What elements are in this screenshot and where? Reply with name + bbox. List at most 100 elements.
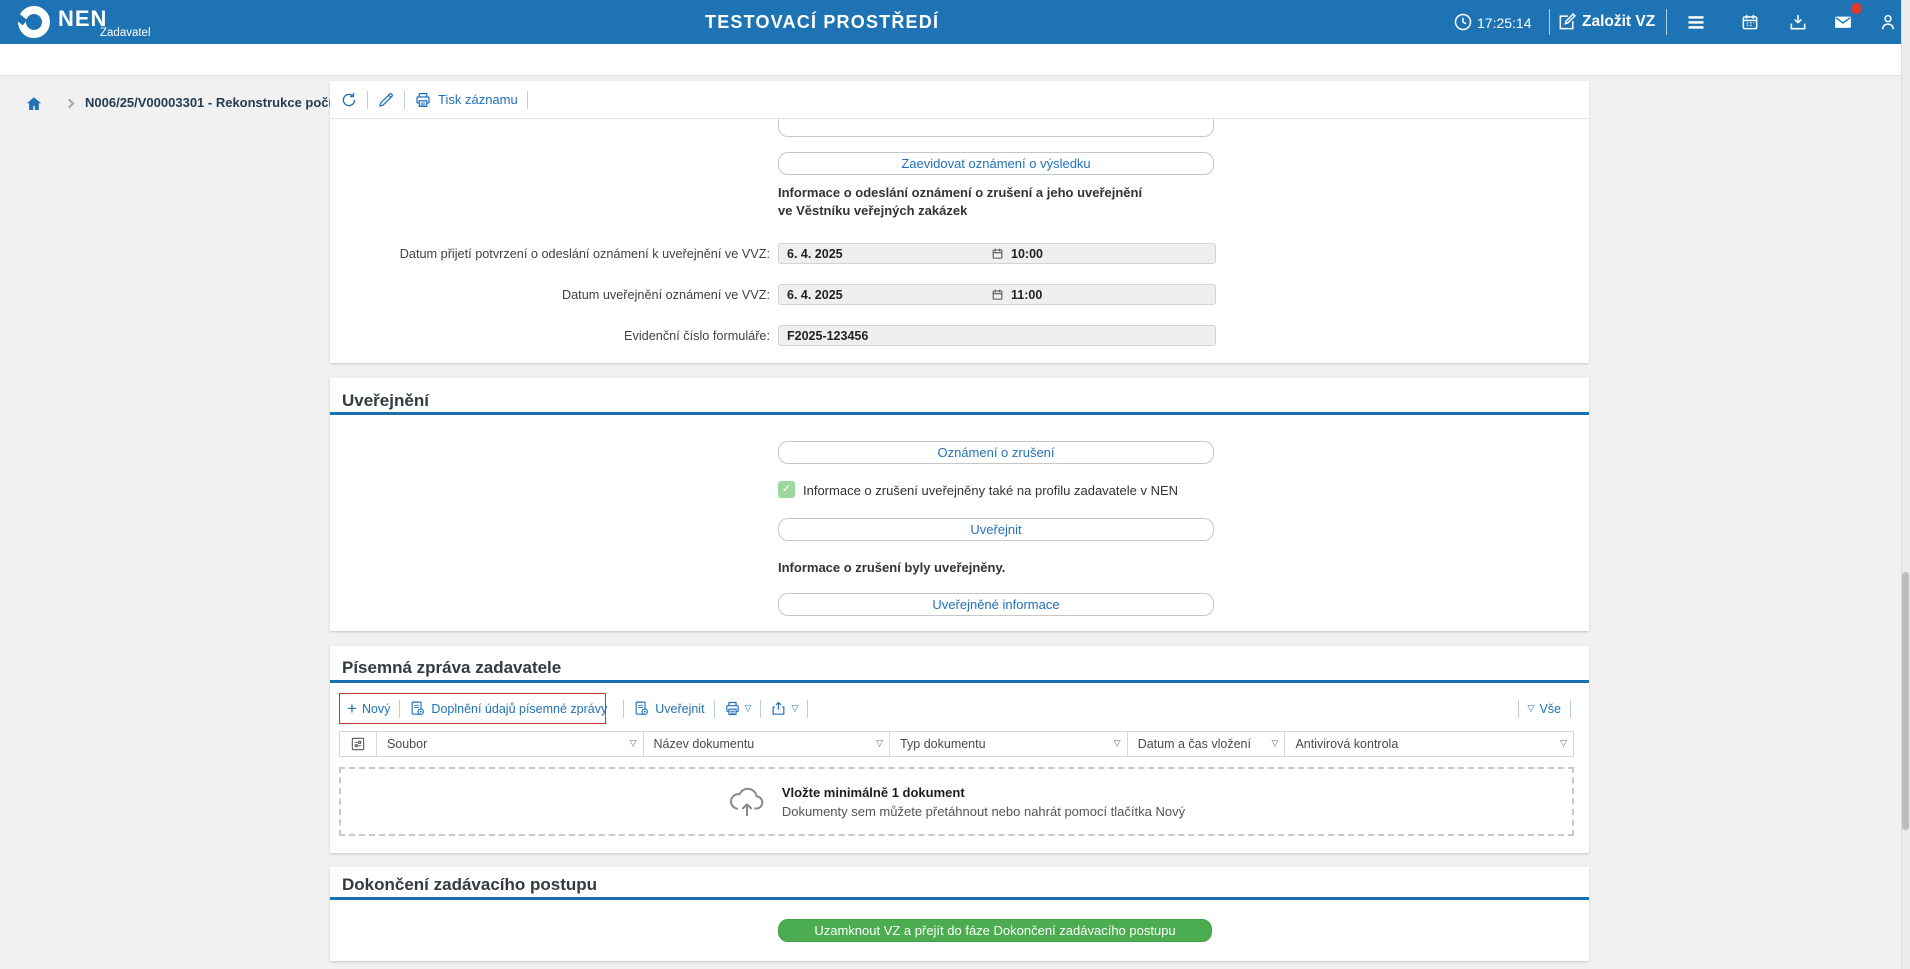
profile-publication-checkbox-label: Informace o zrušení uveřejněny také na p… bbox=[803, 483, 1178, 498]
section-rule bbox=[330, 412, 1589, 415]
column-filter-icon[interactable]: ▽ bbox=[1272, 732, 1279, 756]
calendar-small-icon bbox=[991, 288, 1004, 301]
published-information-button[interactable]: Uveřejněné informace bbox=[778, 593, 1214, 616]
server-time: 17:25:14 bbox=[1477, 15, 1532, 31]
written-report-card: Písemná zpráva zadavatele + Nový Doplněn… bbox=[330, 646, 1589, 853]
breadcrumb: N006/25/V00003301 - Rekonstrukce počítač… bbox=[0, 44, 1910, 76]
column-filter-icon[interactable]: ▽ bbox=[1560, 732, 1567, 756]
dropdown-icon[interactable]: ▽ bbox=[745, 704, 752, 714]
clock-icon bbox=[1453, 12, 1473, 32]
dropzone-title: Vložte minimálně 1 dokument bbox=[782, 785, 1185, 800]
publication-card: Uveřejnění Oznámení o zrušení ✓ Informac… bbox=[330, 378, 1589, 631]
published-status-text: Informace o zrušení byly uveřejněny. bbox=[778, 560, 1005, 575]
new-document-button[interactable]: Nový bbox=[362, 702, 390, 716]
document-gear-icon bbox=[633, 700, 650, 717]
section-rule bbox=[330, 680, 1589, 683]
vvz-info-heading-line1: Informace o odeslání oznámení o zrušení … bbox=[778, 185, 1142, 200]
create-vz-button[interactable]: Založit VZ bbox=[1582, 13, 1655, 31]
header-divider bbox=[1666, 9, 1667, 35]
printer-icon[interactable] bbox=[414, 91, 432, 109]
download-icon[interactable] bbox=[1788, 12, 1808, 32]
publish-button[interactable]: Uveřejnit bbox=[778, 518, 1214, 541]
column-header-document-name[interactable]: Název dokumentu▽ bbox=[643, 732, 890, 756]
supplement-report-button[interactable]: Doplnění údajů písemné zprávy bbox=[431, 702, 607, 716]
calendar-small-icon bbox=[991, 247, 1004, 260]
confirmation-date-field[interactable]: 6. 4. 2025 10:00 bbox=[778, 243, 1216, 264]
dropdown-icon[interactable]: ▽ bbox=[791, 704, 798, 714]
print-record-button[interactable]: Tisk záznamu bbox=[438, 92, 518, 107]
form-number-value: F2025-123456 bbox=[787, 329, 868, 343]
written-report-toolbar: + Nový Doplnění údajů písemné zprávy Uve… bbox=[339, 693, 1580, 724]
completion-card: Dokončení zadávacího postupu Uzamknout V… bbox=[330, 867, 1589, 961]
mail-icon[interactable] bbox=[1833, 12, 1853, 32]
pencil-icon[interactable] bbox=[377, 91, 395, 109]
toolbar-divider bbox=[807, 700, 808, 718]
nen-logo-icon[interactable] bbox=[18, 6, 50, 38]
toolbar-divider bbox=[404, 91, 405, 109]
document-dropzone[interactable]: Vložte minimálně 1 dokument Dokumenty se… bbox=[339, 767, 1574, 836]
notice-card: Tisk záznamu Zaevidovat oznámení o výsle… bbox=[330, 81, 1589, 363]
column-header-antivirus[interactable]: Antivirová kontrola▽ bbox=[1284, 732, 1573, 756]
toolbar-divider bbox=[1570, 700, 1571, 718]
plus-icon: + bbox=[347, 700, 357, 717]
header-divider bbox=[1549, 9, 1550, 35]
publish-report-button[interactable]: Uveřejnit bbox=[655, 702, 704, 716]
printer-icon[interactable] bbox=[724, 700, 741, 717]
column-filter-icon[interactable]: ▽ bbox=[1114, 732, 1121, 756]
chevron-right-icon bbox=[65, 99, 75, 109]
environment-title: TESTOVACÍ PROSTŘEDÍ bbox=[705, 12, 939, 33]
scrollbar-thumb[interactable] bbox=[1902, 572, 1909, 830]
toolbar-divider bbox=[714, 700, 715, 718]
date-value: 6. 4. 2025 bbox=[787, 247, 843, 261]
publication-date-field[interactable]: 6. 4. 2025 11:00 bbox=[778, 284, 1216, 305]
section-title-publication: Uveřejnění bbox=[342, 391, 429, 411]
export-icon[interactable] bbox=[770, 700, 787, 717]
column-settings-icon[interactable] bbox=[340, 732, 376, 756]
toolbar-divider bbox=[367, 91, 368, 109]
nen-app: NEN Zadavatel TESTOVACÍ PROSTŘEDÍ 17:25:… bbox=[0, 0, 1910, 969]
record-toolbar: Tisk záznamu bbox=[330, 81, 1589, 119]
toolbar-divider bbox=[1518, 700, 1519, 718]
cloud-upload-icon bbox=[728, 785, 766, 819]
toolbar-divider bbox=[399, 700, 400, 718]
menu-icon[interactable] bbox=[1686, 12, 1706, 32]
dropzone-subtitle: Dokumenty sem můžete přetáhnout nebo nah… bbox=[782, 804, 1185, 819]
field-label-form-number: Evidenční číslo formuláře: bbox=[330, 329, 770, 343]
toolbar-divider bbox=[623, 700, 624, 718]
field-label-publication-date: Datum uveřejnění oznámení ve VVZ: bbox=[330, 288, 770, 302]
refresh-icon[interactable] bbox=[340, 91, 358, 109]
edit-icon bbox=[1557, 12, 1577, 32]
column-header-document-type[interactable]: Typ dokumentu▽ bbox=[889, 732, 1127, 756]
section-title-completion: Dokončení zadávacího postupu bbox=[342, 875, 597, 895]
field-label-confirmation-date: Datum přijetí potvrzení o odeslání oznám… bbox=[330, 247, 770, 261]
dropdown-icon[interactable]: ▽ bbox=[1528, 704, 1535, 714]
home-icon[interactable] bbox=[25, 95, 43, 113]
documents-table-header: Soubor▽ Název dokumentu▽ Typ dokumentu▽ … bbox=[339, 731, 1574, 757]
toolbar-divider bbox=[760, 700, 761, 718]
document-gear-icon bbox=[409, 700, 426, 717]
calendar-icon[interactable] bbox=[1740, 12, 1760, 32]
dropzone-text: Vložte minimálně 1 dokument Dokumenty se… bbox=[782, 785, 1185, 819]
user-icon[interactable] bbox=[1878, 12, 1898, 32]
column-filter-icon[interactable]: ▽ bbox=[876, 732, 883, 756]
mail-badge bbox=[1851, 3, 1862, 14]
column-header-insert-datetime[interactable]: Datum a čas vložení▽ bbox=[1127, 732, 1285, 756]
register-result-notice-button[interactable]: Zaevidovat oznámení o výsledku bbox=[778, 152, 1214, 175]
section-title-written-report: Písemná zpráva zadavatele bbox=[342, 658, 561, 678]
scrollbar-track[interactable] bbox=[1901, 0, 1910, 969]
form-number-field[interactable]: F2025-123456 bbox=[778, 325, 1216, 346]
time-value: 11:00 bbox=[1011, 288, 1042, 302]
vvz-info-heading-line2: ve Věstníku veřejných zakázek bbox=[778, 203, 967, 218]
column-filter-icon[interactable]: ▽ bbox=[630, 732, 637, 756]
cancellation-notice-button[interactable]: Oznámení o zrušení bbox=[778, 441, 1214, 464]
app-header: NEN Zadavatel TESTOVACÍ PROSTŘEDÍ 17:25:… bbox=[0, 0, 1910, 44]
section-rule bbox=[330, 897, 1589, 900]
date-value: 6. 4. 2025 bbox=[787, 288, 843, 302]
column-header-file[interactable]: Soubor▽ bbox=[376, 732, 643, 756]
profile-publication-checkbox[interactable]: ✓ bbox=[778, 481, 795, 498]
time-value: 10:00 bbox=[1011, 247, 1043, 261]
lock-vz-button[interactable]: Uzamknout VZ a přejít do fáze Dokončení … bbox=[778, 919, 1212, 942]
logo-subtitle: Zadavatel bbox=[100, 27, 151, 39]
filter-all-button[interactable]: Vše bbox=[1539, 702, 1561, 716]
toolbar-divider bbox=[527, 91, 528, 109]
